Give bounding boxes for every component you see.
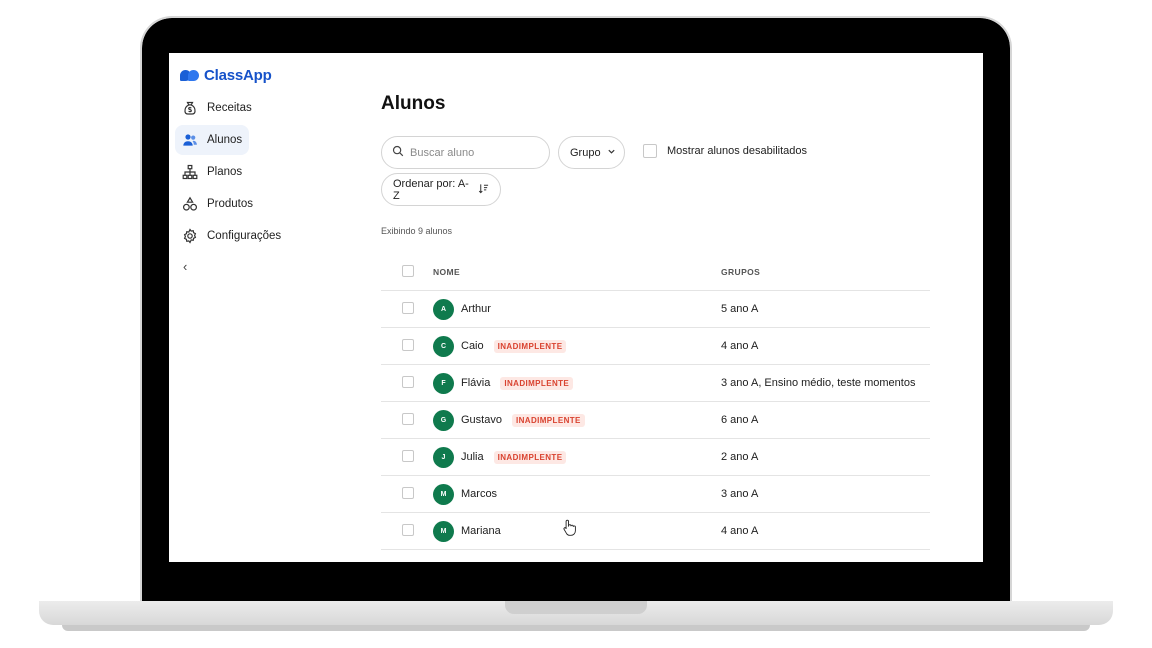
app-name: ClassApp bbox=[204, 67, 272, 84]
table-body: A Arthur 5 ano A C Caio INADIMPLENTE 4 ano A FF… bbox=[381, 291, 930, 550]
hierarchy-icon bbox=[182, 164, 198, 180]
sidebar-item-produtos[interactable]: Produtos bbox=[175, 189, 335, 219]
student-name[interactable]: Marcos bbox=[461, 488, 497, 500]
table-row[interactable]: A Arthur 5 ano A bbox=[381, 291, 930, 328]
row-checkbox[interactable] bbox=[402, 412, 414, 425]
student-groups: 6 ano A bbox=[721, 414, 759, 426]
sort-label: Ordenar por: A-Z bbox=[393, 177, 469, 202]
student-groups: 2 ano A bbox=[721, 451, 759, 463]
show-disabled-toggle[interactable]: Mostrar alunos desabilitados bbox=[643, 144, 807, 158]
money-bag-icon bbox=[182, 100, 198, 116]
student-name[interactable]: Flávia bbox=[461, 377, 490, 389]
app-screen: ClassApp Receitas Alunos Planos Produtos bbox=[169, 53, 983, 562]
status-badge: INADIMPLENTE bbox=[493, 339, 567, 353]
show-disabled-label: Mostrar alunos desabilitados bbox=[667, 145, 808, 157]
page-title: Alunos bbox=[381, 93, 446, 114]
student-name[interactable]: Gustavo bbox=[461, 414, 502, 426]
student-groups: 4 ano A bbox=[721, 525, 759, 537]
student-name[interactable]: Arthur bbox=[461, 303, 491, 315]
table-row[interactable]: F Flávia INADIMPLENTE 3 ano A, Ensino médio… bbox=[381, 365, 930, 402]
status-badge: INADIMPLENTE bbox=[493, 450, 567, 464]
laptop-notch bbox=[505, 601, 647, 614]
laptop-foot bbox=[62, 625, 1090, 631]
avatar: J bbox=[433, 446, 454, 468]
table-row[interactable]: G Gustavo INADIMPLENTE 6 ano A bbox=[381, 402, 930, 439]
chevron-left-icon[interactable]: ‹ bbox=[183, 259, 187, 274]
sidebar-item-label: Alunos bbox=[207, 134, 243, 146]
row-checkbox[interactable] bbox=[402, 338, 414, 351]
sidebar-item-receitas[interactable]: Receitas bbox=[175, 93, 335, 123]
sidebar-item-label: Produtos bbox=[207, 198, 254, 210]
search-icon bbox=[392, 144, 404, 162]
student-name[interactable]: Julia bbox=[461, 451, 484, 463]
avatar: C bbox=[433, 335, 454, 357]
avatar: F bbox=[433, 372, 454, 394]
column-header-groups[interactable]: GRUPOS bbox=[721, 267, 930, 277]
sidebar-item-planos[interactable]: Planos bbox=[175, 157, 335, 187]
row-checkbox[interactable] bbox=[402, 523, 414, 536]
student-groups: 3 ano A bbox=[721, 488, 759, 500]
status-badge: INADIMPLENTE bbox=[500, 376, 574, 390]
student-name[interactable]: Mariana bbox=[461, 525, 501, 537]
users-icon bbox=[182, 132, 198, 148]
column-header-name[interactable]: NOME bbox=[433, 267, 721, 277]
table-row[interactable]: M Marcos 3 ano A bbox=[381, 476, 930, 513]
chevron-down-icon bbox=[607, 147, 616, 159]
sidebar-item-label: Planos bbox=[207, 166, 243, 178]
row-checkbox[interactable] bbox=[402, 375, 414, 388]
avatar: M bbox=[433, 520, 454, 542]
group-filter-dropdown[interactable]: Grupo bbox=[558, 136, 625, 169]
row-checkbox[interactable] bbox=[402, 449, 414, 462]
results-count: Exibindo 9 alunos bbox=[381, 226, 453, 236]
search-box[interactable] bbox=[381, 136, 550, 169]
avatar: G bbox=[433, 409, 454, 431]
student-groups: 3 ano A, Ensino médio, teste momentos bbox=[721, 377, 916, 389]
gear-icon bbox=[182, 228, 198, 244]
sort-descending-icon bbox=[478, 183, 489, 197]
sidebar-item-configuracoes[interactable]: Configurações bbox=[175, 221, 335, 251]
avatar: M bbox=[433, 483, 454, 505]
sort-button[interactable]: Ordenar por: A-Z bbox=[381, 173, 501, 206]
group-filter-label: Grupo bbox=[570, 146, 601, 159]
table-row[interactable]: C Caio INADIMPLENTE 4 ano A bbox=[381, 328, 930, 365]
table-header: NOME GRUPOS bbox=[381, 253, 930, 291]
student-name[interactable]: Caio bbox=[461, 340, 484, 352]
app-logo[interactable]: ClassApp bbox=[180, 67, 272, 84]
sidebar-nav: Receitas Alunos Planos Produtos Configur… bbox=[175, 93, 335, 253]
sidebar-item-label: Receitas bbox=[207, 102, 252, 114]
select-all-checkbox[interactable] bbox=[402, 264, 414, 277]
table-row[interactable]: J Julia INADIMPLENTE 2 ano A bbox=[381, 439, 930, 476]
classapp-logo-icon bbox=[180, 68, 200, 83]
sidebar-item-alunos[interactable]: Alunos bbox=[175, 125, 249, 155]
table-row[interactable]: M Mariana 4 ano A bbox=[381, 513, 930, 550]
avatar: A bbox=[433, 298, 454, 320]
status-badge: INADIMPLENTE bbox=[511, 413, 585, 427]
row-checkbox[interactable] bbox=[402, 301, 414, 314]
shapes-icon bbox=[182, 196, 198, 212]
show-disabled-checkbox[interactable] bbox=[643, 144, 657, 158]
search-input[interactable] bbox=[410, 146, 540, 159]
student-groups: 4 ano A bbox=[721, 340, 759, 352]
students-table: NOME GRUPOS A Arthur 5 ano A C Caio INADIMPLE… bbox=[381, 253, 930, 550]
student-groups: 5 ano A bbox=[721, 303, 759, 315]
row-checkbox[interactable] bbox=[402, 486, 414, 499]
hand-pointer-cursor-icon bbox=[563, 519, 577, 541]
sidebar-item-label: Configurações bbox=[207, 230, 282, 242]
